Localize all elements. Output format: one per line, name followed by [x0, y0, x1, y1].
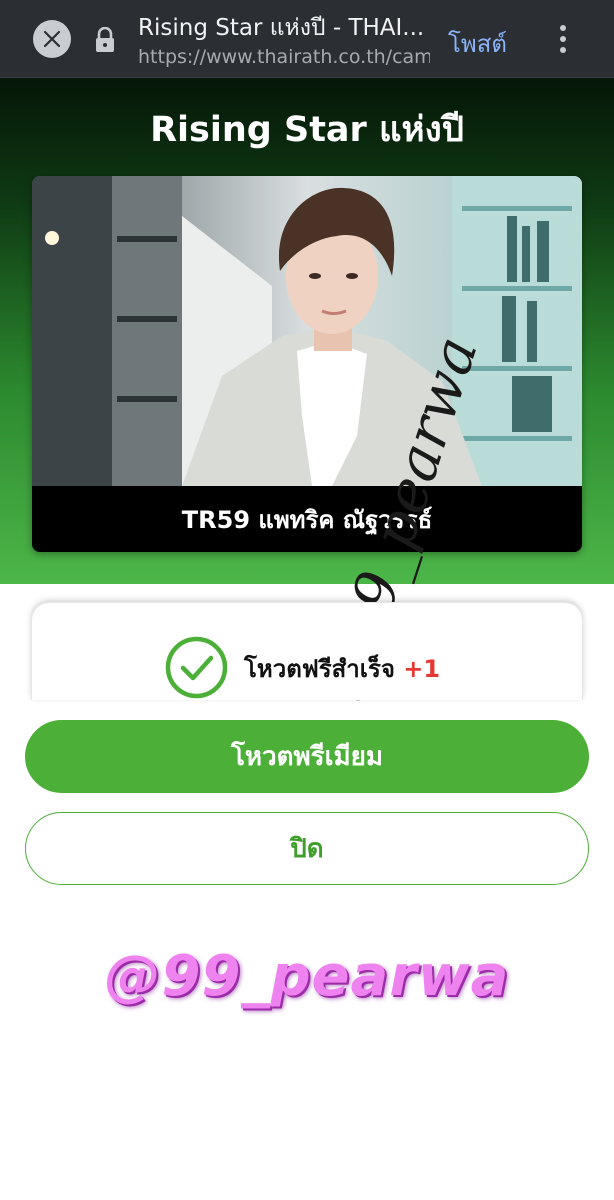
close-button[interactable]: ปิด	[25, 812, 589, 885]
url-bar[interactable]: https://www.thairath.co.th/cam	[138, 46, 430, 68]
check-circle-icon	[165, 636, 228, 699]
vote-success-card: โหวตฟรีสำเร็จ +1	[31, 602, 583, 700]
hero-title: Rising Star แห่งปี	[150, 110, 464, 150]
premium-vote-button[interactable]: โหวตพรีเมียม	[25, 720, 589, 793]
post-button[interactable]: โพสต์	[448, 24, 507, 63]
lock-icon	[96, 27, 114, 52]
close-icon	[43, 30, 61, 48]
vote-success-label: โหวตฟรีสำเร็จ	[244, 655, 395, 683]
vote-points: +1	[403, 655, 441, 683]
hero-section: Rising Star แห่งปี TR59 แพทริค ณัฐวรรธ์	[0, 78, 614, 584]
watermark-text: @99_pearwa	[104, 944, 510, 1009]
browser-toolbar: Rising Star แห่งปี - THAI... https://www…	[0, 0, 614, 78]
vote-success-message: โหวตฟรีสำเร็จ +1	[244, 649, 440, 688]
close-tab-button[interactable]	[33, 20, 71, 58]
more-vert-icon[interactable]	[553, 23, 573, 55]
candidate-caption: TR59 แพทริค ณัฐวรรธ์	[32, 486, 582, 552]
page-title: Rising Star แห่งปี - THAI...	[138, 15, 425, 41]
